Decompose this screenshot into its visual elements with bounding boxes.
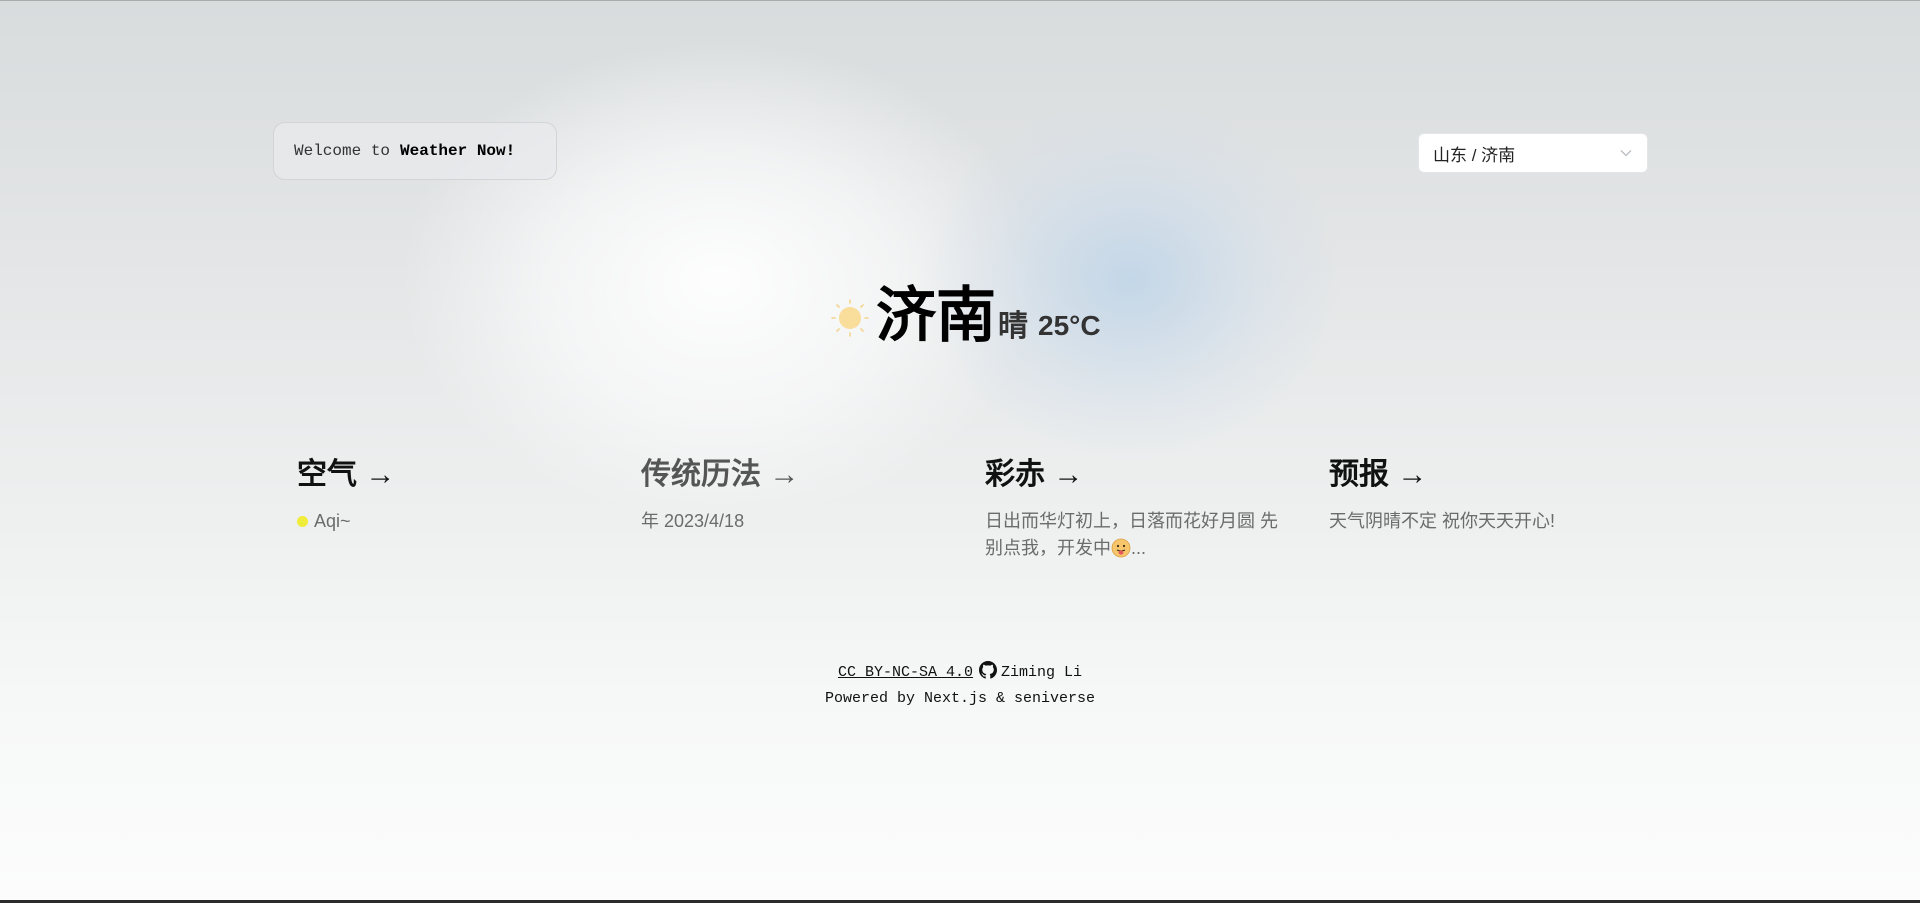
author-name[interactable]: Ziming Li — [1001, 664, 1082, 681]
temperature: 25°C — [1038, 310, 1101, 341]
welcome-badge: Welcome to Weather Now! — [273, 122, 557, 180]
powered-by: Powered by Next.js & seniverse — [824, 690, 1096, 707]
card-calendar-text: 年 2023/4/18 — [641, 511, 745, 531]
card-calendar-title[interactable]: 传统历法 → — [641, 452, 961, 498]
city-name: 济南 — [876, 282, 996, 349]
card-forecast-text: 天气阴晴不定 祝你天天开心! — [1329, 511, 1556, 531]
location-select[interactable]: 山东 / 济南 — [1418, 133, 1648, 173]
card-air-desc: Aqi~ — [297, 508, 617, 535]
github-icon[interactable] — [979, 661, 997, 679]
app-name: Weather Now! — [400, 142, 516, 160]
sun-icon — [831, 299, 869, 337]
footer-line-1: CC BY-NC-SA 4.0 Ziming Li — [0, 660, 1920, 686]
card-color-suffix: ... — [1131, 538, 1147, 558]
card-forecast[interactable]: 预报 → 天气阴晴不定 祝你天天开心! — [1329, 452, 1649, 535]
chevron-down-icon — [1620, 150, 1632, 157]
card-color[interactable]: 彩赤 → 日出而华灯初上，日落而花好月圆 先别点我，开发中 ... — [985, 452, 1285, 562]
aqi-indicator-dot — [297, 516, 308, 527]
card-air[interactable]: 空气 → Aqi~ — [297, 452, 617, 535]
license-link[interactable]: CC BY-NC-SA 4.0 — [838, 664, 973, 681]
weather-condition: 晴 — [998, 310, 1028, 343]
current-weather: 济南 晴 25°C — [830, 272, 1101, 352]
tongue-face-icon — [1111, 538, 1131, 558]
card-air-title[interactable]: 空气 → — [297, 452, 617, 498]
card-calendar[interactable]: 传统历法 → 年 2023/4/18 — [641, 452, 961, 535]
welcome-prefix: Welcome to — [294, 142, 391, 160]
footer: CC BY-NC-SA 4.0 Ziming Li Powered by Nex… — [0, 660, 1920, 712]
top-border — [0, 0, 1920, 1]
card-forecast-title[interactable]: 预报 → — [1329, 452, 1649, 498]
location-select-value: 山东 / 济南 — [1433, 145, 1516, 165]
card-air-text: Aqi~ — [314, 511, 351, 531]
card-color-title[interactable]: 彩赤 → — [985, 452, 1285, 498]
card-color-desc: 日出而华灯初上，日落而花好月圆 先别点我，开发中 ... — [985, 508, 1285, 562]
